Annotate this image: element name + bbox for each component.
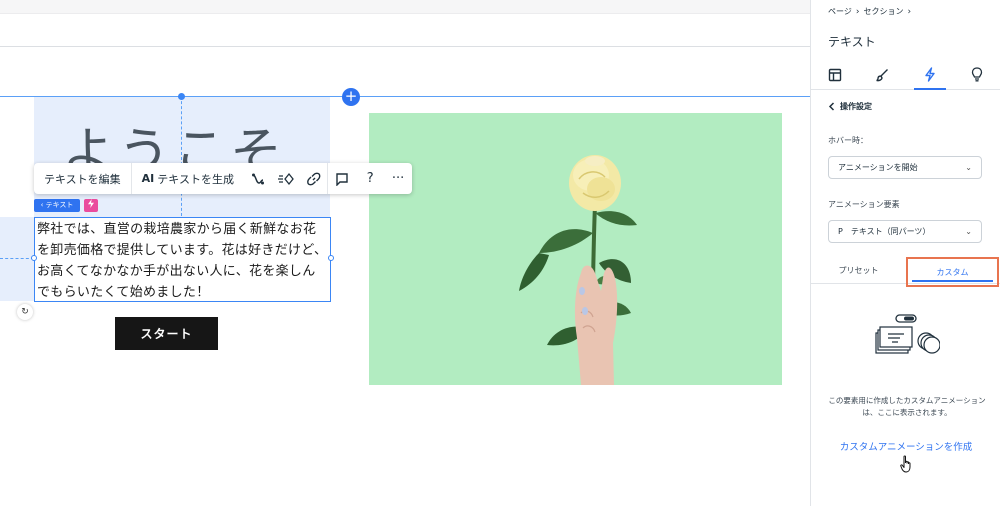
rose-illustration bbox=[369, 113, 782, 385]
hover-action-value: アニメーションを開始 bbox=[838, 163, 918, 172]
breadcrumb: ページ › セクション › bbox=[828, 6, 911, 17]
hover-action-select[interactable]: アニメーションを開始 ⌄ bbox=[828, 156, 982, 179]
hand-pointer-icon bbox=[900, 455, 911, 473]
rose-photo[interactable] bbox=[369, 113, 782, 385]
element-value: テキスト（同パーツ） bbox=[850, 227, 931, 236]
layout-icon bbox=[828, 68, 841, 81]
interactions-icon[interactable] bbox=[272, 163, 300, 194]
tab-custom[interactable]: カスタム bbox=[906, 257, 999, 287]
hover-label: ホバー時： bbox=[828, 136, 868, 145]
animation-icon[interactable] bbox=[244, 163, 272, 194]
horizontal-guide bbox=[0, 258, 34, 259]
empty-state-illustration-icon bbox=[875, 314, 940, 354]
canvas-top-strip bbox=[0, 0, 810, 14]
start-button[interactable]: スタート bbox=[115, 317, 218, 350]
body-text[interactable]: 弊社では、直営の栽培農家から届く新鮮なお花を卸売価格で提供しています。花は好きだ… bbox=[37, 219, 328, 303]
animation-element-select[interactable]: P テキスト（同パーツ） ⌄ bbox=[828, 220, 982, 243]
chevron-down-icon: ⌄ bbox=[965, 227, 972, 236]
back-to-interactions[interactable]: 操作設定 bbox=[828, 101, 872, 112]
preset-custom-switch: プリセット カスタム bbox=[811, 257, 1000, 287]
edit-text-label: テキストを編集 bbox=[44, 172, 121, 186]
add-section-button[interactable]: + bbox=[342, 88, 360, 106]
chevron-left-icon bbox=[828, 102, 835, 111]
inspector-panel: ページ › セクション › テキスト 操作設定 ホバー時： アニメーションを開始… bbox=[810, 0, 1000, 506]
panel-tabs bbox=[811, 60, 1000, 90]
link-icon[interactable] bbox=[300, 163, 328, 194]
ai-label: AI bbox=[141, 172, 155, 185]
ai-generate-text-button[interactable]: AI テキストを生成 bbox=[132, 163, 244, 194]
create-custom-animation-link[interactable]: カスタムアニメーションを作成 bbox=[811, 439, 1000, 453]
empty-state-text: この要素用に作成したカスタムアニメーションは、ここに表示されます。 bbox=[828, 396, 986, 417]
help-icon[interactable]: ? bbox=[356, 163, 384, 194]
brush-icon bbox=[876, 68, 889, 81]
element-type-tag[interactable]: ‹ テキスト bbox=[34, 199, 80, 212]
resize-handle-left[interactable] bbox=[31, 255, 37, 261]
editor-canvas[interactable]: ようこそ + ‹ テキスト 弊社では、直営の栽培農家から届く新鮮なお花を卸売価格… bbox=[0, 0, 810, 506]
element-select-content: P テキスト（同パーツ） bbox=[838, 226, 930, 237]
comment-icon[interactable] bbox=[328, 163, 356, 194]
lightbulb-icon bbox=[972, 67, 983, 82]
rotate-icon[interactable]: ↻ bbox=[17, 304, 33, 320]
tab-ai[interactable] bbox=[954, 60, 1000, 89]
chevron-down-icon: ⌄ bbox=[965, 163, 972, 172]
breadcrumb-page[interactable]: ページ bbox=[828, 6, 852, 17]
more-icon[interactable]: ··· bbox=[384, 163, 412, 194]
section-boundary-line bbox=[0, 96, 810, 97]
header-divider bbox=[0, 46, 810, 47]
ai-generate-label: テキストを生成 bbox=[157, 172, 234, 186]
tab-preset[interactable]: プリセット bbox=[811, 258, 906, 282]
resize-handle-top[interactable] bbox=[178, 93, 185, 100]
tab-layout[interactable] bbox=[811, 60, 859, 89]
vertical-guide bbox=[181, 96, 182, 216]
floating-toolbar: テキストを編集 AI テキストを生成 ? ··· bbox=[34, 163, 412, 194]
tab-animation[interactable] bbox=[906, 60, 954, 90]
back-label: 操作設定 bbox=[840, 102, 872, 111]
panel-title: テキスト bbox=[828, 35, 876, 49]
selected-text-element[interactable]: 弊社では、直営の栽培農家から届く新鮮なお花を卸売価格で提供しています。花は好きだ… bbox=[34, 217, 331, 302]
element-prefix: P bbox=[838, 227, 843, 236]
chevron-right-icon: › bbox=[907, 6, 912, 17]
chevron-right-icon: › bbox=[855, 6, 860, 17]
element-label: アニメーション要素 bbox=[828, 200, 900, 209]
breadcrumb-section[interactable]: セクション bbox=[863, 6, 903, 17]
edit-text-button[interactable]: テキストを編集 bbox=[34, 163, 131, 194]
resize-handle-right[interactable] bbox=[328, 255, 334, 261]
interaction-badge-icon[interactable] bbox=[84, 199, 98, 212]
left-area-tint bbox=[0, 217, 34, 301]
lightning-icon bbox=[925, 67, 935, 82]
tab-design[interactable] bbox=[859, 60, 907, 89]
